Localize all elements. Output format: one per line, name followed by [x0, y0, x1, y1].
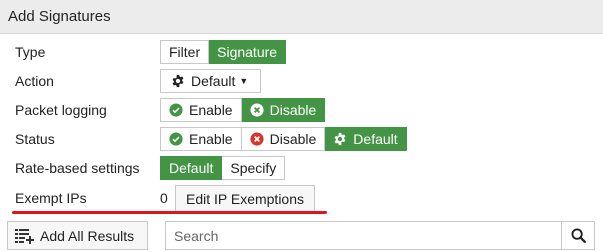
x-circle-icon — [250, 103, 264, 117]
type-signature-button[interactable]: Signature — [209, 40, 287, 64]
edit-ip-exemptions-button[interactable]: Edit IP Exemptions — [175, 185, 315, 212]
packet-logging-enable-button[interactable]: Enable — [160, 98, 242, 122]
add-list-icon — [15, 228, 35, 244]
gear-icon — [171, 74, 185, 88]
check-circle-icon — [169, 132, 183, 146]
panel-header: Add Signatures — [0, 0, 603, 34]
add-all-results-label: Add All Results — [40, 227, 135, 244]
search-icon — [570, 228, 586, 243]
rate-based-toggle: Default Specify — [160, 156, 286, 180]
packet-logging-toggle: Enable Disable — [160, 98, 326, 122]
gear-icon — [333, 132, 347, 146]
action-value: Default — [191, 73, 236, 89]
panel-title: Add Signatures — [8, 8, 111, 25]
add-all-results-button[interactable]: Add All Results — [7, 221, 148, 250]
exempt-ips-label: Exempt IPs — [15, 190, 87, 206]
x-circle-red-icon — [250, 132, 264, 146]
packet-logging-label: Packet logging — [15, 102, 107, 118]
status-default-button[interactable]: Default — [325, 127, 407, 151]
action-dropdown[interactable]: Default ▼ — [160, 69, 261, 93]
packet-logging-disable-button[interactable]: Disable — [241, 98, 326, 122]
status-label: Status — [15, 131, 55, 147]
caret-down-icon: ▼ — [239, 76, 249, 86]
status-enable-button[interactable]: Enable — [160, 127, 242, 151]
type-label: Type — [15, 44, 46, 60]
type-filter-button[interactable]: Filter — [160, 40, 210, 64]
search-button[interactable] — [562, 221, 595, 250]
type-toggle: Filter Signature — [160, 40, 287, 64]
exempt-ips-count: 0 — [160, 190, 168, 206]
status-disable-button[interactable]: Disable — [241, 127, 326, 151]
check-circle-icon — [169, 103, 183, 117]
search-input[interactable] — [165, 221, 562, 250]
annotation-underline — [12, 211, 327, 214]
rate-based-default-button[interactable]: Default — [160, 156, 223, 180]
rate-based-label: Rate-based settings — [15, 160, 140, 176]
rate-based-specify-button[interactable]: Specify — [222, 156, 286, 180]
status-toggle: Enable Disable Default — [160, 127, 407, 151]
action-label: Action — [15, 73, 54, 89]
